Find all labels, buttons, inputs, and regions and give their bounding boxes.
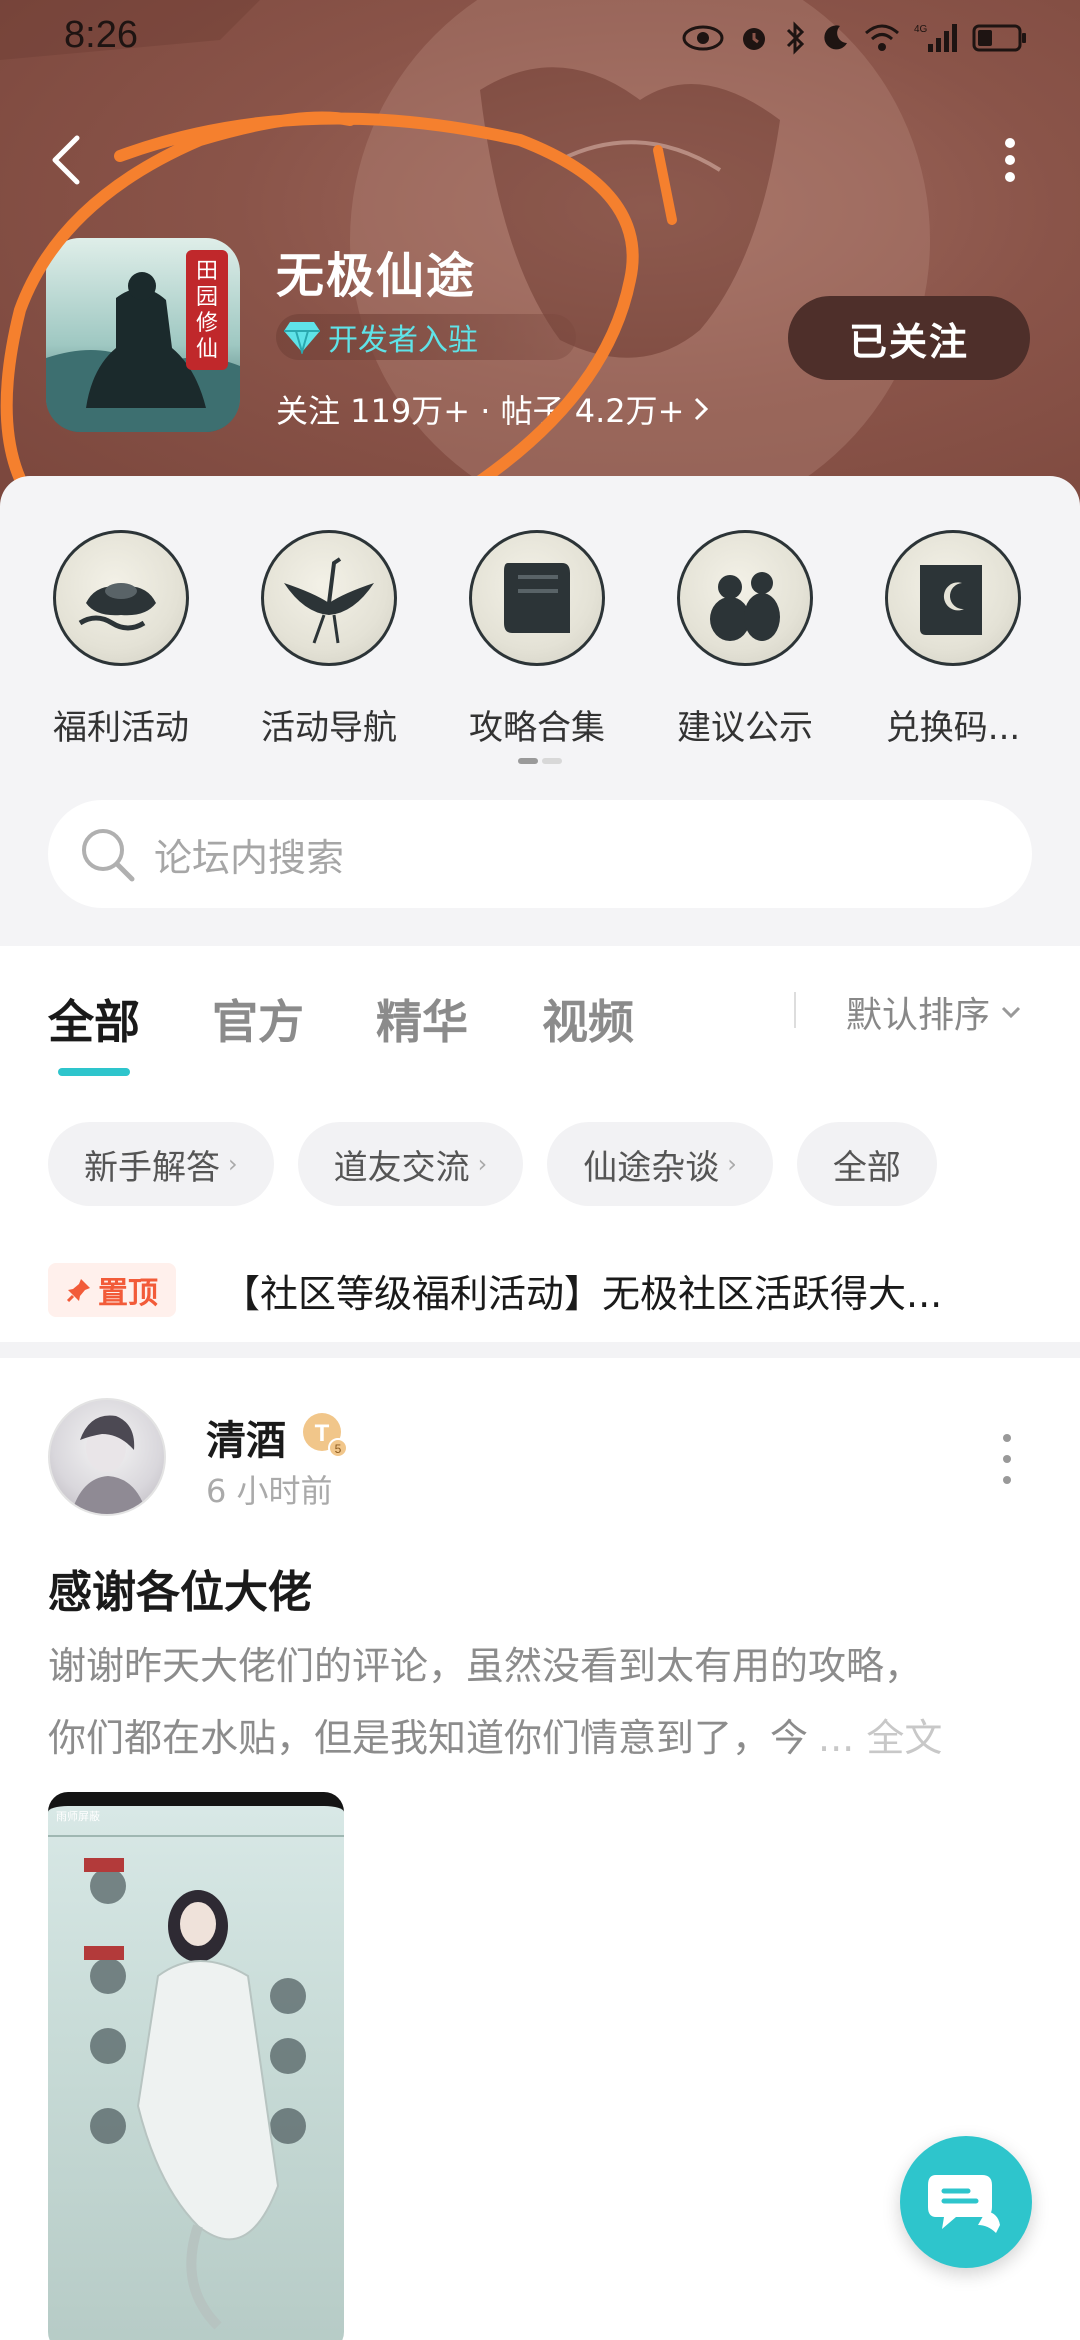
wifi-icon bbox=[864, 23, 900, 53]
developer-badge-label: 开发者入驻 bbox=[328, 323, 478, 358]
author-name[interactable]: 清酒 bbox=[206, 1408, 286, 1466]
tab-featured[interactable]: 精华 bbox=[376, 986, 468, 1052]
chip-label: 新手解答 bbox=[84, 1147, 220, 1188]
dot bbox=[1003, 1476, 1011, 1484]
svg-text:T: T bbox=[315, 1420, 330, 1447]
page-dot-active bbox=[518, 758, 538, 764]
sort-dropdown[interactable]: 默认排序 bbox=[846, 986, 1022, 1038]
divider bbox=[794, 992, 796, 1028]
shortcut-label: 福利活动 bbox=[53, 708, 189, 748]
status-bar: 8:26 4G bbox=[0, 0, 1080, 80]
forum-stats-text: 关注 119万+ · 帖子 4.2万+ bbox=[276, 392, 685, 430]
dot bbox=[1003, 1455, 1011, 1463]
svg-text:5: 5 bbox=[335, 1442, 342, 1456]
back-button[interactable] bbox=[36, 120, 96, 200]
shortcut-row: 福利活动 活动导航 攻略合集 建议公示 兑换码... bbox=[0, 530, 1080, 760]
pinned-badge: 置顶 bbox=[48, 1263, 176, 1317]
post-body-line: 你们都在水贴，但是我知道你们情意到了，今 ... 全文 bbox=[48, 1702, 1038, 1774]
chevron-right-icon: › bbox=[228, 1150, 238, 1178]
read-more-link[interactable]: ... 全文 bbox=[818, 1702, 942, 1774]
crane-icon bbox=[261, 530, 397, 666]
shortcut-welfare[interactable]: 福利活动 bbox=[21, 530, 221, 749]
chip-label: 仙途杂谈 bbox=[583, 1147, 720, 1188]
tab-video[interactable]: 视频 bbox=[542, 986, 634, 1052]
shortcut-guides[interactable]: 攻略合集 bbox=[437, 530, 637, 749]
shortcut-event-nav[interactable]: 活动导航 bbox=[229, 530, 429, 749]
shortcut-redeem-codes[interactable]: 兑换码... bbox=[853, 530, 1053, 749]
post-title[interactable]: 感谢各位大佬 bbox=[48, 1556, 312, 1620]
chip-all[interactable]: 全部 bbox=[796, 1122, 937, 1206]
post-image-header: 雨师屏蔽 bbox=[56, 1810, 100, 1823]
chip-label: 全部 bbox=[832, 1147, 901, 1188]
search-placeholder: 论坛内搜索 bbox=[154, 835, 345, 880]
post-body-line: 谢谢昨天大佬们的评论，虽然没看到太有用的攻略， bbox=[48, 1644, 923, 1688]
svg-text:仙: 仙 bbox=[196, 337, 218, 362]
post-body[interactable]: 谢谢昨天大佬们的评论，虽然没看到太有用的攻略， 你们都在水贴，但是我知道你们情意… bbox=[48, 1630, 1038, 1774]
svg-text:修: 修 bbox=[196, 311, 218, 336]
chevron-right-icon: › bbox=[477, 1150, 488, 1178]
pinned-post[interactable]: 置顶 【社区等级福利活动】无极社区活跃得大... bbox=[48, 1262, 1038, 1318]
moon-scroll-icon bbox=[885, 530, 1021, 666]
search-icon bbox=[82, 829, 135, 882]
active-tab-indicator bbox=[58, 1068, 130, 1076]
shortcut-label: 活动导航 bbox=[261, 708, 397, 748]
sort-label: 默认排序 bbox=[846, 995, 991, 1036]
shortcut-label: 建议公示 bbox=[677, 708, 813, 748]
avatar[interactable] bbox=[48, 1398, 166, 1516]
shortcut-page-indicator bbox=[518, 758, 562, 764]
pinned-badge-label: 置顶 bbox=[98, 1276, 158, 1311]
pin-icon bbox=[66, 1279, 90, 1303]
page-dot bbox=[542, 758, 562, 764]
gourd-icon bbox=[677, 530, 813, 666]
signal-icon: 4G bbox=[914, 22, 958, 54]
shortcut-suggestions[interactable]: 建议公示 bbox=[645, 530, 845, 749]
pinned-title: 【社区等级福利活动】无极社区活跃得大... bbox=[222, 1271, 943, 1316]
more-options-button[interactable] bbox=[980, 120, 1040, 200]
battery-icon bbox=[972, 23, 1028, 53]
tab-all[interactable]: 全部 bbox=[48, 986, 140, 1052]
chevron-right-icon: › bbox=[727, 1150, 737, 1178]
forum-header: 8:26 4G 田 园 修 仙 无极仙途 开发者入驻 关注 119万+ · 帖子… bbox=[0, 0, 1080, 520]
section-separator bbox=[0, 1342, 1080, 1358]
follow-button[interactable]: 已关注 bbox=[788, 296, 1030, 380]
level-badge: T5 bbox=[300, 1410, 348, 1458]
post-more-button[interactable] bbox=[992, 1434, 1022, 1484]
tab-official[interactable]: 官方 bbox=[212, 986, 304, 1052]
app-icon: 田 园 修 仙 bbox=[46, 238, 240, 432]
chevron-right-icon bbox=[695, 397, 709, 421]
gold-ingot-icon bbox=[53, 530, 189, 666]
status-icons: 4G bbox=[682, 18, 1028, 58]
svg-text:田: 田 bbox=[196, 259, 218, 284]
moon-icon bbox=[820, 23, 850, 53]
diamond-icon bbox=[280, 317, 324, 357]
chip-fellow-exchange[interactable]: 道友交流 › bbox=[297, 1122, 524, 1206]
alarm-icon bbox=[738, 22, 770, 54]
chip-misc-talk[interactable]: 仙途杂谈 › bbox=[547, 1122, 773, 1206]
scroll-icon bbox=[469, 530, 605, 666]
category-chips: 新手解答 › 道友交流 › 仙途杂谈 › 全部 bbox=[48, 1122, 937, 1206]
chevron-down-icon bbox=[1001, 1006, 1021, 1019]
bluetooth-icon bbox=[784, 21, 806, 55]
post-body-text: 你们都在水贴，但是我知道你们情意到了，今 bbox=[48, 1716, 809, 1760]
compose-chat-button[interactable] bbox=[900, 2136, 1032, 2268]
svg-text:园: 园 bbox=[196, 285, 218, 310]
app-title: 无极仙途 bbox=[276, 248, 477, 304]
status-time: 8:26 bbox=[64, 14, 138, 56]
forum-search-input[interactable]: 论坛内搜索 bbox=[48, 800, 1032, 908]
chip-newbie-answers[interactable]: 新手解答 › bbox=[48, 1122, 274, 1206]
chip-label: 道友交流 bbox=[333, 1147, 470, 1188]
shortcut-label: 兑换码... bbox=[885, 708, 1021, 748]
chat-bubble-icon bbox=[928, 2175, 1000, 2233]
vertical-dots-icon bbox=[1005, 138, 1015, 182]
post-time: 6 小时前 bbox=[206, 1472, 333, 1510]
post-image[interactable]: 雨师屏蔽 bbox=[48, 1792, 344, 2340]
eye-icon bbox=[682, 24, 724, 52]
shortcut-label: 攻略合集 bbox=[469, 708, 605, 748]
developer-badge[interactable]: 开发者入驻 bbox=[276, 314, 576, 360]
forum-stats[interactable]: 关注 119万+ · 帖子 4.2万+ bbox=[276, 386, 710, 432]
network-type: 4G bbox=[914, 24, 928, 35]
dot bbox=[1003, 1434, 1011, 1442]
back-arrow-icon bbox=[52, 135, 80, 185]
